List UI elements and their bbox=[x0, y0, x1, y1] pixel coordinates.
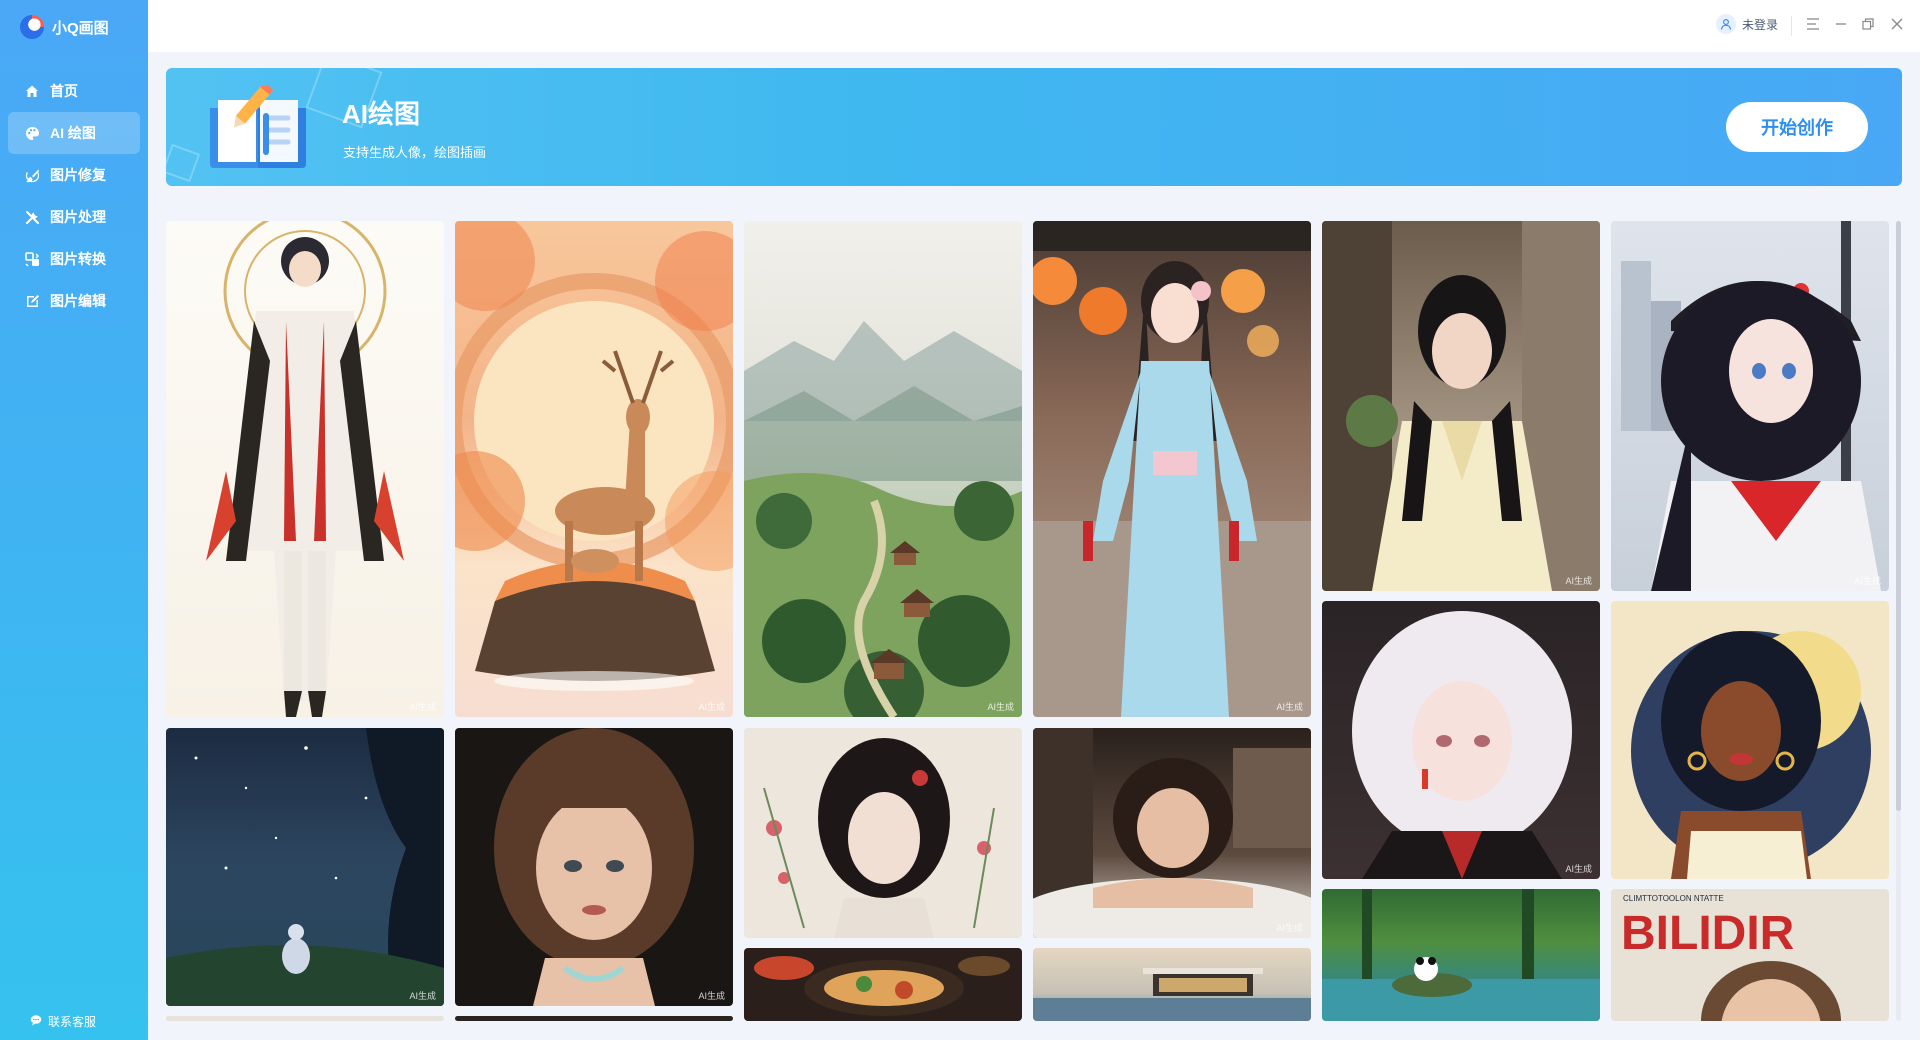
ai-watermark: AI生成 bbox=[1565, 576, 1592, 586]
partial-card[interactable] bbox=[166, 1016, 444, 1021]
ai-watermark: AI生成 bbox=[1565, 864, 1592, 874]
logo-icon bbox=[20, 15, 44, 39]
classical-chinese-girl-image bbox=[763, 738, 995, 938]
misty-village-card[interactable]: AI生成 bbox=[744, 221, 1022, 717]
hanfu-girl-card[interactable]: AI生成 bbox=[1322, 221, 1600, 591]
scrollbar-thumb[interactable] bbox=[1896, 221, 1901, 811]
login-status-label: 未登录 bbox=[1741, 17, 1778, 32]
panda-forest-card[interactable] bbox=[1322, 889, 1600, 1021]
image-gallery: AI生成 AI生成 AI生成 AI生成 AI生成 AI生成 AI生成 CLIMT… bbox=[166, 221, 1896, 1021]
close-button[interactable] bbox=[1888, 17, 1906, 35]
sidebar-item-home[interactable]: 首页 bbox=[8, 70, 140, 112]
decorative-cube bbox=[166, 143, 201, 183]
login-button[interactable]: 未登录 bbox=[1715, 14, 1778, 34]
sidebar-item-ai-drawing[interactable]: AI 绘图 bbox=[8, 112, 140, 154]
title-bar: 未登录 bbox=[148, 0, 1920, 52]
anime-swordsman-image bbox=[206, 221, 404, 717]
sidebar-item-label: 图片转换 bbox=[50, 251, 106, 267]
partial-card[interactable] bbox=[455, 1016, 733, 1021]
user-icon bbox=[1715, 14, 1736, 34]
brush-icon bbox=[24, 167, 40, 183]
home-icon bbox=[24, 83, 40, 99]
food-platter-card[interactable] bbox=[744, 948, 1022, 1021]
contact-support-link[interactable]: 联系客服 bbox=[30, 1013, 96, 1030]
support-label: 联系客服 bbox=[48, 1015, 97, 1029]
app-title: 小Q画图 bbox=[52, 19, 109, 37]
modern-villa-card[interactable] bbox=[1033, 948, 1311, 1021]
qipao-girl-image bbox=[1033, 221, 1311, 717]
ai-watermark: AI生成 bbox=[409, 991, 436, 1001]
palette-icon bbox=[24, 125, 40, 141]
woman-on-bed-image bbox=[1033, 728, 1311, 938]
divider bbox=[1791, 16, 1792, 36]
woman-on-bed-card[interactable]: AI生成 bbox=[1033, 728, 1311, 938]
starry-night-image bbox=[166, 728, 444, 1006]
magazine-header-text: CLIMTTOTOOLON NTATTE bbox=[1623, 894, 1724, 903]
minimize-button[interactable] bbox=[1832, 17, 1850, 35]
menu-button[interactable] bbox=[1804, 17, 1822, 35]
woman-portrait-image bbox=[494, 728, 694, 1006]
convert-icon bbox=[24, 251, 40, 267]
ai-watermark: AI生成 bbox=[1276, 923, 1303, 933]
starry-night-card[interactable]: AI生成 bbox=[166, 728, 444, 1006]
panda-forest-image bbox=[1322, 889, 1600, 1021]
app-logo[interactable]: 小Q画图 bbox=[20, 14, 109, 40]
hanfu-girl-image bbox=[1322, 221, 1600, 591]
silver-hair-girl-card[interactable]: AI生成 bbox=[1322, 601, 1600, 879]
restore-button[interactable] bbox=[1859, 17, 1877, 35]
sidebar-item-label: 首页 bbox=[50, 83, 78, 99]
ai-watermark: AI生成 bbox=[409, 702, 436, 712]
ai-watermark: AI生成 bbox=[698, 991, 725, 1001]
banner-subtitle: 支持生成人像，绘图插画 bbox=[343, 145, 487, 160]
qipao-girl-lanterns-card[interactable]: AI生成 bbox=[1033, 221, 1311, 717]
gallery-scrollbar[interactable] bbox=[1896, 221, 1901, 1021]
ai-watermark: AI生成 bbox=[698, 702, 725, 712]
sidebar-item-image-edit[interactable]: 图片编辑 bbox=[8, 280, 140, 322]
sidebar-item-image-processing[interactable]: 图片处理 bbox=[8, 196, 140, 238]
autumn-deer-image bbox=[455, 221, 733, 691]
classical-chinese-girl-card[interactable] bbox=[744, 728, 1022, 938]
magazine-cover-image: CLIMTTOTOOLON NTATTE BILIDIR bbox=[1621, 894, 1841, 1021]
silver-hair-girl-image bbox=[1352, 611, 1572, 879]
sailor-cap-girl-card[interactable]: AI生成 bbox=[1611, 221, 1889, 591]
sailor-cap-girl-image bbox=[1621, 221, 1881, 591]
sidebar-item-image-repair[interactable]: 图片修复 bbox=[8, 154, 140, 196]
edit-icon bbox=[24, 293, 40, 309]
misty-village-image bbox=[744, 321, 1022, 717]
woman-portrait-card[interactable]: AI生成 bbox=[455, 728, 733, 1006]
sidebar-item-image-convert[interactable]: 图片转换 bbox=[8, 238, 140, 280]
sidebar-nav: 首页 AI 绘图 图片修复 图片处理 图片转换 图片编辑 bbox=[8, 70, 140, 322]
modern-villa-image bbox=[1033, 968, 1311, 1021]
ai-watermark: AI生成 bbox=[987, 702, 1014, 712]
ai-drawing-banner: AI绘图 支持生成人像，绘图插画 开始创作 bbox=[166, 68, 1902, 186]
pinup-girl-card[interactable] bbox=[1611, 601, 1889, 879]
start-creating-button[interactable]: 开始创作 bbox=[1726, 102, 1868, 152]
sidebar-item-label: AI 绘图 bbox=[50, 125, 96, 141]
sidebar-item-label: 图片处理 bbox=[50, 209, 106, 225]
restore-icon bbox=[1862, 17, 1874, 35]
pinup-girl-image bbox=[1631, 631, 1871, 879]
banner-title: AI绘图 bbox=[342, 99, 421, 129]
tools-icon bbox=[24, 209, 40, 225]
anime-swordsman-card[interactable]: AI生成 bbox=[166, 221, 444, 717]
chat-icon bbox=[30, 1014, 42, 1029]
ai-watermark: AI生成 bbox=[1276, 702, 1303, 712]
autumn-deer-card[interactable]: AI生成 bbox=[455, 221, 733, 717]
close-icon bbox=[1891, 17, 1903, 35]
menu-icon bbox=[1806, 17, 1820, 35]
food-platter-image bbox=[754, 956, 1010, 1016]
magazine-cover-card[interactable]: CLIMTTOTOOLON NTATTE BILIDIR bbox=[1611, 889, 1889, 1021]
book-pencil-icon bbox=[206, 82, 310, 170]
sidebar-item-label: 图片修复 bbox=[50, 167, 106, 183]
ai-watermark: AI生成 bbox=[1854, 576, 1881, 586]
sidebar-item-label: 图片编辑 bbox=[50, 293, 106, 309]
magazine-title-text: BILIDIR bbox=[1621, 907, 1794, 960]
minimize-icon bbox=[1835, 17, 1847, 35]
sidebar: 小Q画图 首页 AI 绘图 图片修复 图片处理 图片转换 图片编辑 联系客服 bbox=[0, 0, 148, 1040]
